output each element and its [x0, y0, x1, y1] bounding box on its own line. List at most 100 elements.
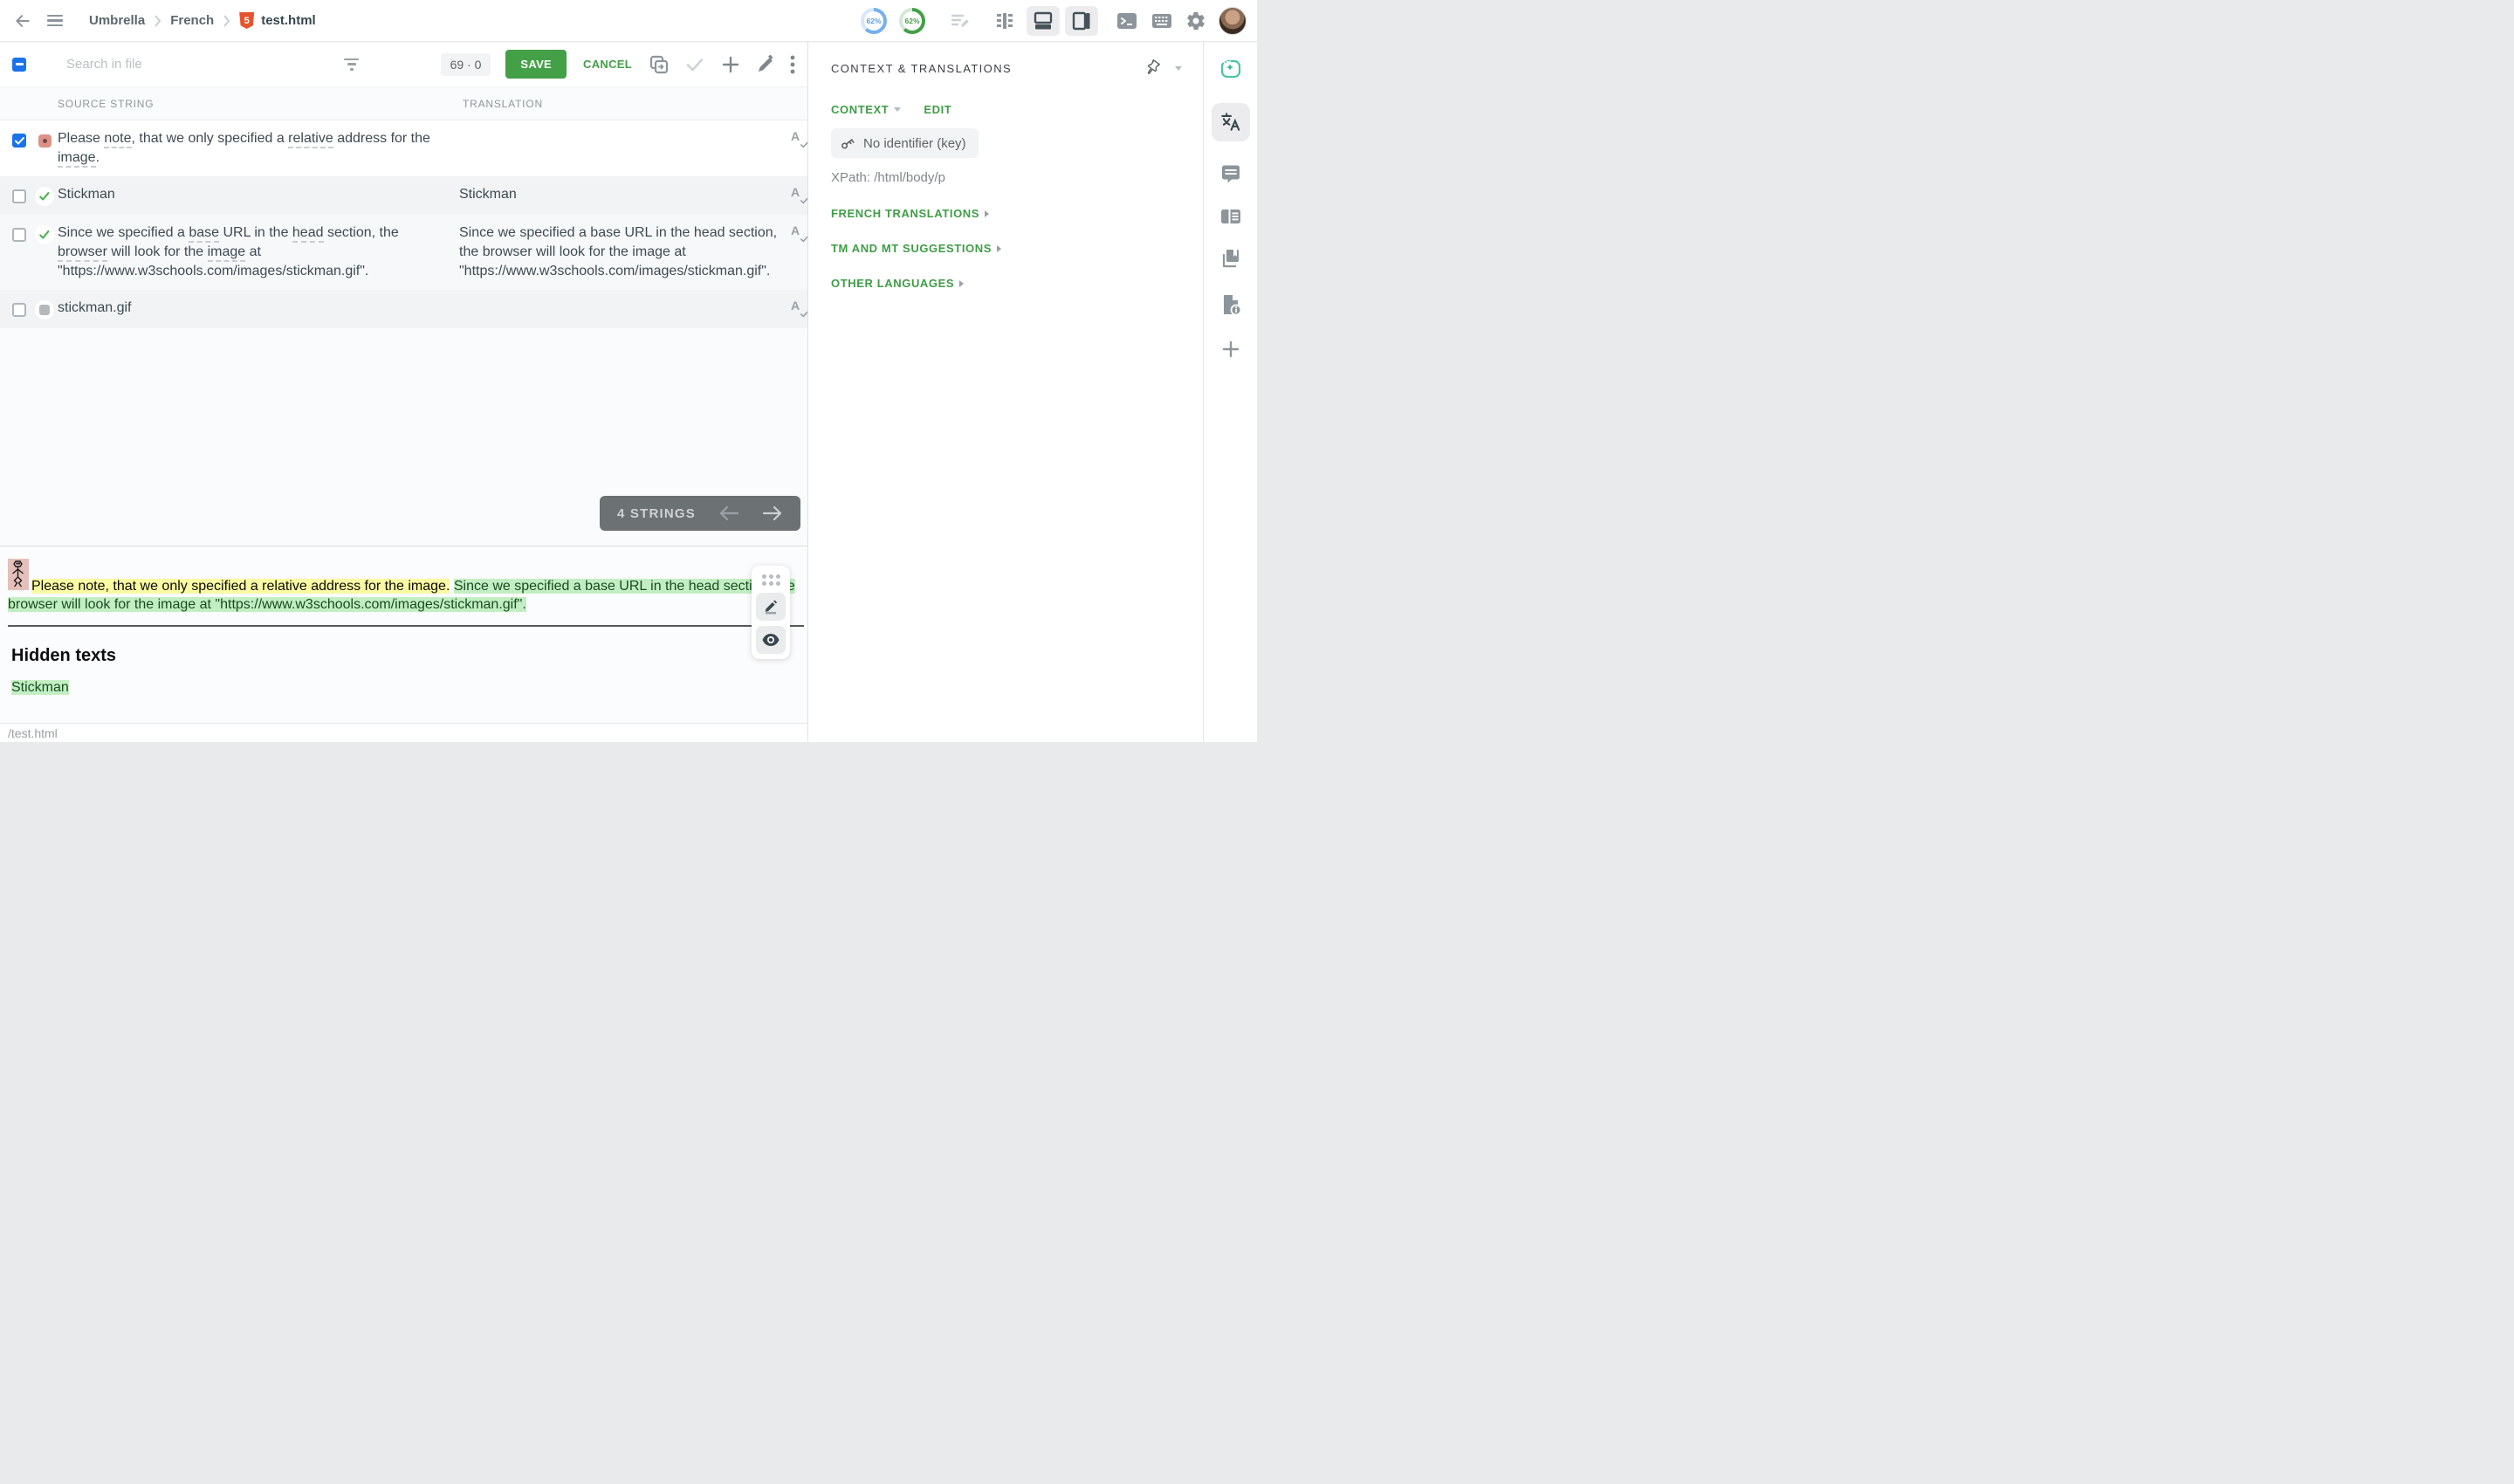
add-string-icon[interactable]: [720, 54, 741, 75]
hidden-texts-heading: Hidden texts: [11, 646, 799, 666]
context-sidebar: CONTEXT & TRANSLATIONS CONTEXT EDIT No i…: [808, 42, 1203, 742]
breadcrumb-language[interactable]: French: [170, 13, 214, 28]
console-icon[interactable]: [1116, 10, 1138, 31]
comments-panel-icon[interactable]: [1219, 164, 1242, 185]
spellcheck-icon[interactable]: A: [791, 185, 807, 203]
translation-cell[interactable]: Stickman: [459, 185, 791, 204]
translated-progress-ring[interactable]: 62%: [861, 8, 887, 34]
spellcheck-icon[interactable]: A: [791, 299, 807, 316]
strings-list: Please note, that we only specified a re…: [0, 120, 807, 546]
french-translations-section[interactable]: FRENCH TRANSLATIONS: [831, 207, 1182, 220]
pin-icon[interactable]: [1140, 56, 1164, 80]
chevron-right-icon: [997, 245, 1001, 252]
save-button[interactable]: SAVE: [505, 50, 567, 79]
file-info-panel-icon[interactable]: [1219, 293, 1242, 316]
translation-editor-app: Umbrella French 5 test.html 62% 62%: [0, 0, 1257, 742]
xpath-label: XPath: /html/body/p: [831, 170, 1182, 185]
sidebar-collapse-icon[interactable]: [1175, 66, 1182, 71]
draft-edit-icon[interactable]: [950, 10, 971, 31]
string-counter-badge: 69 · 0: [441, 53, 491, 76]
preview-visibility-button[interactable]: [756, 626, 786, 654]
source-string-cell[interactable]: Please note, that we only specified a re…: [58, 129, 438, 168]
chevron-right-icon: [223, 15, 230, 27]
preview-hidden-string[interactable]: Stickman: [11, 680, 69, 695]
string-row[interactable]: Please note, that we only specified a re…: [0, 120, 807, 176]
add-panel-icon[interactable]: [1220, 339, 1241, 360]
breadcrumb-file[interactable]: 5 test.html: [239, 12, 316, 29]
translated-status-icon: [35, 225, 54, 244]
select-all-checkbox[interactable]: [12, 58, 26, 72]
row-checkbox[interactable]: [12, 228, 26, 242]
hidden-status-icon: [35, 300, 54, 319]
terms-panel-icon[interactable]: [1219, 208, 1242, 225]
strings-toolbar: 69 · 0 SAVE CANCEL: [0, 42, 807, 87]
chevron-right-icon: [959, 280, 964, 287]
approved-progress-ring[interactable]: 62%: [899, 8, 925, 34]
translations-panel-icon[interactable]: [1212, 103, 1250, 141]
user-avatar[interactable]: [1219, 7, 1247, 35]
right-panel-view-icon[interactable]: [1065, 6, 1098, 36]
untranslated-status-icon: [35, 131, 54, 150]
breadcrumb-project[interactable]: Umbrella: [89, 13, 145, 28]
breadcrumb-file-name: test.html: [261, 13, 316, 28]
breadcrumb: Umbrella French 5 test.html: [89, 12, 316, 29]
row-checkbox[interactable]: [12, 134, 26, 148]
chevron-down-icon: [894, 107, 901, 112]
back-button[interactable]: [14, 12, 31, 30]
preview-horizontal-rule: [8, 625, 804, 627]
glossary-panel-icon[interactable]: [1219, 248, 1242, 271]
strings-pager: 4 STRINGS: [600, 496, 800, 531]
tm-mt-suggestions-section[interactable]: TM AND MT SUGGESTIONS: [831, 242, 1182, 255]
keyboard-shortcuts-icon[interactable]: [1151, 10, 1173, 31]
html-preview-pane: Please note, that we only specified a re…: [0, 546, 807, 723]
file-path: /test.html: [8, 726, 58, 740]
cancel-button[interactable]: CANCEL: [581, 52, 634, 76]
string-row[interactable]: Stickman Stickman A: [0, 176, 807, 215]
identifier-chip: No identifier (key): [831, 128, 979, 158]
row-checkbox[interactable]: [12, 189, 26, 203]
drag-handle-icon[interactable]: [762, 572, 780, 587]
other-languages-section[interactable]: OTHER LANGUAGES: [831, 277, 1182, 290]
preview-selected-string[interactable]: Please note, that we only specified a re…: [31, 579, 450, 594]
html5-file-icon: 5: [239, 12, 254, 29]
sidebar-rail: [1203, 42, 1257, 742]
side-by-side-view-icon[interactable]: [988, 6, 1021, 36]
translated-progress-value: 62%: [864, 11, 883, 31]
translation-cell[interactable]: Since we specified a base URL in the hea…: [459, 223, 791, 281]
chevron-right-icon: [985, 210, 989, 217]
filter-icon[interactable]: [344, 58, 359, 71]
preview-paragraph: Please note, that we only specified a re…: [8, 559, 807, 614]
approve-check-icon[interactable]: [684, 54, 705, 75]
spellcheck-icon[interactable]: A: [791, 129, 807, 147]
edit-context-button[interactable]: EDIT: [924, 103, 951, 116]
list-header: SOURCE STRING TRANSLATION: [0, 87, 807, 120]
copy-source-icon[interactable]: [649, 54, 670, 75]
source-string-cell[interactable]: Stickman: [58, 185, 438, 204]
row-checkbox[interactable]: [12, 303, 26, 317]
preview-edit-button[interactable]: [756, 593, 786, 621]
string-row[interactable]: stickman.gif A: [0, 290, 807, 328]
bottom-panel-view-icon[interactable]: [1027, 6, 1060, 36]
settings-gear-icon[interactable]: [1185, 10, 1206, 31]
stickman-image[interactable]: [8, 559, 29, 590]
edit-pencil-icon[interactable]: [756, 55, 775, 74]
next-page-icon[interactable]: [762, 505, 783, 521]
prev-page-icon[interactable]: [718, 505, 739, 521]
string-row[interactable]: Since we specified a base URL in the hea…: [0, 215, 807, 290]
topbar: Umbrella French 5 test.html 62% 62%: [0, 0, 1257, 42]
approved-progress-value: 62%: [903, 11, 922, 31]
file-path-bar: /test.html: [0, 723, 807, 742]
more-options-icon[interactable]: [790, 55, 795, 74]
strings-count-label: 4 STRINGS: [617, 506, 696, 521]
menu-icon[interactable]: [47, 15, 63, 27]
ai-assistant-icon[interactable]: [1219, 58, 1242, 80]
translation-column-header: TRANSLATION: [463, 98, 543, 110]
spellcheck-icon[interactable]: A: [791, 223, 807, 241]
sidebar-title: CONTEXT & TRANSLATIONS: [831, 62, 1012, 75]
source-string-cell[interactable]: Since we specified a base URL in the hea…: [58, 223, 438, 281]
arrow-left-icon: [14, 12, 31, 30]
identifier-text: No identifier (key): [863, 136, 966, 151]
search-input[interactable]: [65, 56, 283, 72]
context-dropdown[interactable]: CONTEXT: [831, 103, 901, 116]
source-string-cell[interactable]: stickman.gif: [58, 299, 438, 318]
